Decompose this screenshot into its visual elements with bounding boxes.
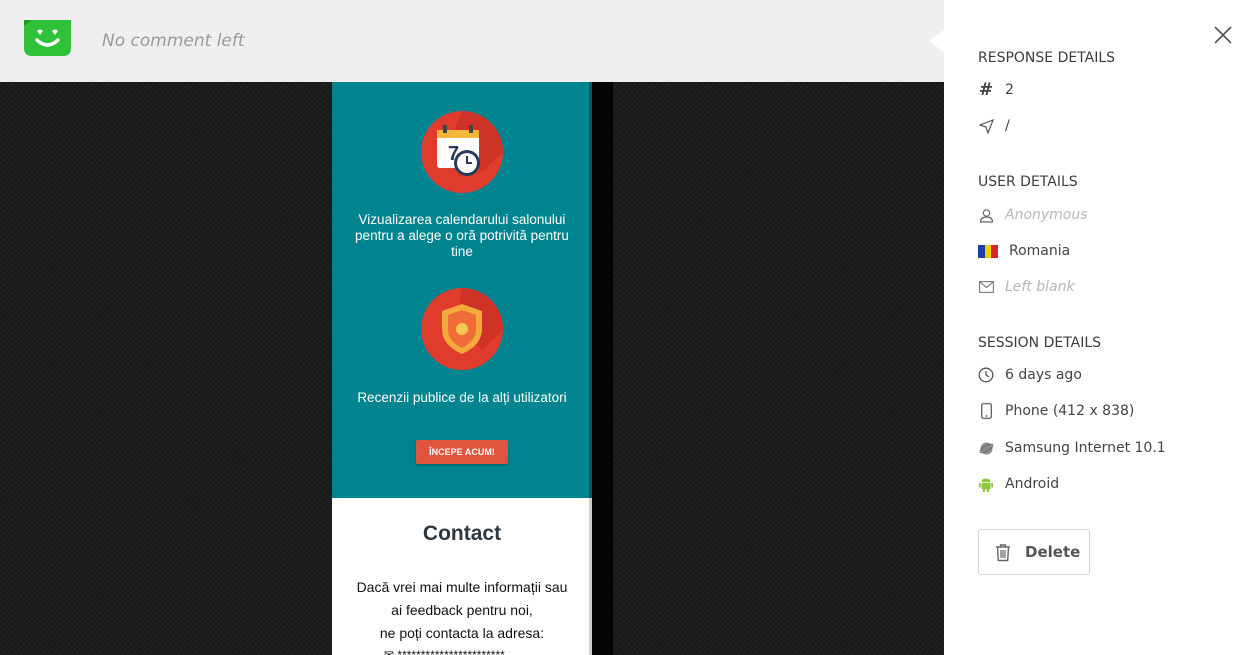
top-bar: No comment left <box>0 0 944 82</box>
comment-text: No comment left <box>102 31 245 51</box>
delete-label: Delete <box>1025 543 1081 561</box>
response-number-row: # 2 <box>978 80 1014 100</box>
user-details-title: USER DETAILS <box>978 174 1078 190</box>
user-email-row: Left blank <box>978 277 1075 297</box>
romania-flag-icon <box>978 243 998 259</box>
shield-badge-icon <box>421 288 503 370</box>
trash-icon <box>996 543 1010 561</box>
session-details-title: SESSION DETAILS <box>978 335 1102 351</box>
phone-preview: 7 Vizualizarea calendarului salonului pe… <box>332 82 592 655</box>
session-time-row: 6 days ago <box>978 365 1082 385</box>
user-country-row: Romania <box>978 241 1070 261</box>
samsung-internet-icon <box>978 440 994 456</box>
contact-email: ✉ *********************** <box>384 648 505 655</box>
session-os-row: Android <box>978 474 1059 494</box>
phone-icon <box>978 403 994 419</box>
location-arrow-icon <box>978 118 994 134</box>
user-icon <box>978 207 994 223</box>
panel-pointer <box>929 30 944 52</box>
feature-reviews-text: Recenzii publice de la alți utilizatori <box>357 390 567 405</box>
delete-button[interactable]: Delete <box>978 529 1090 575</box>
features-section: 7 Vizualizarea calendarului salonului pe… <box>332 82 592 498</box>
contact-line: Dacă vrei mai multe informații sau <box>356 579 568 595</box>
clock-icon <box>978 367 994 383</box>
mail-icon: ✉ <box>384 648 395 655</box>
response-page-row: / <box>978 116 1010 136</box>
phone-edge <box>592 82 613 655</box>
start-now-button[interactable]: ÎNCEPE ACUM! <box>416 440 508 464</box>
user-name-row: Anonymous <box>978 205 1088 225</box>
session-browser-row: Samsung Internet 10.1 <box>978 438 1166 458</box>
session-device-row: Phone (412 x 838) <box>978 401 1134 421</box>
contact-line: ai feedback pentru noi, <box>391 602 533 618</box>
envelope-icon <box>978 279 994 295</box>
response-details-title: RESPONSE DETAILS <box>978 50 1116 66</box>
calendar-clock-icon: 7 <box>421 111 503 193</box>
contact-title: Contact <box>422 522 502 545</box>
close-icon[interactable] <box>1212 24 1234 46</box>
smiley-logo-icon <box>24 20 71 56</box>
hash-icon: # <box>978 80 994 100</box>
android-icon <box>978 476 994 492</box>
contact-line: ne poți contacta la adresa: <box>379 625 545 641</box>
feature-calendar-text: Vizualizarea calendarului salonului pent… <box>355 212 569 259</box>
